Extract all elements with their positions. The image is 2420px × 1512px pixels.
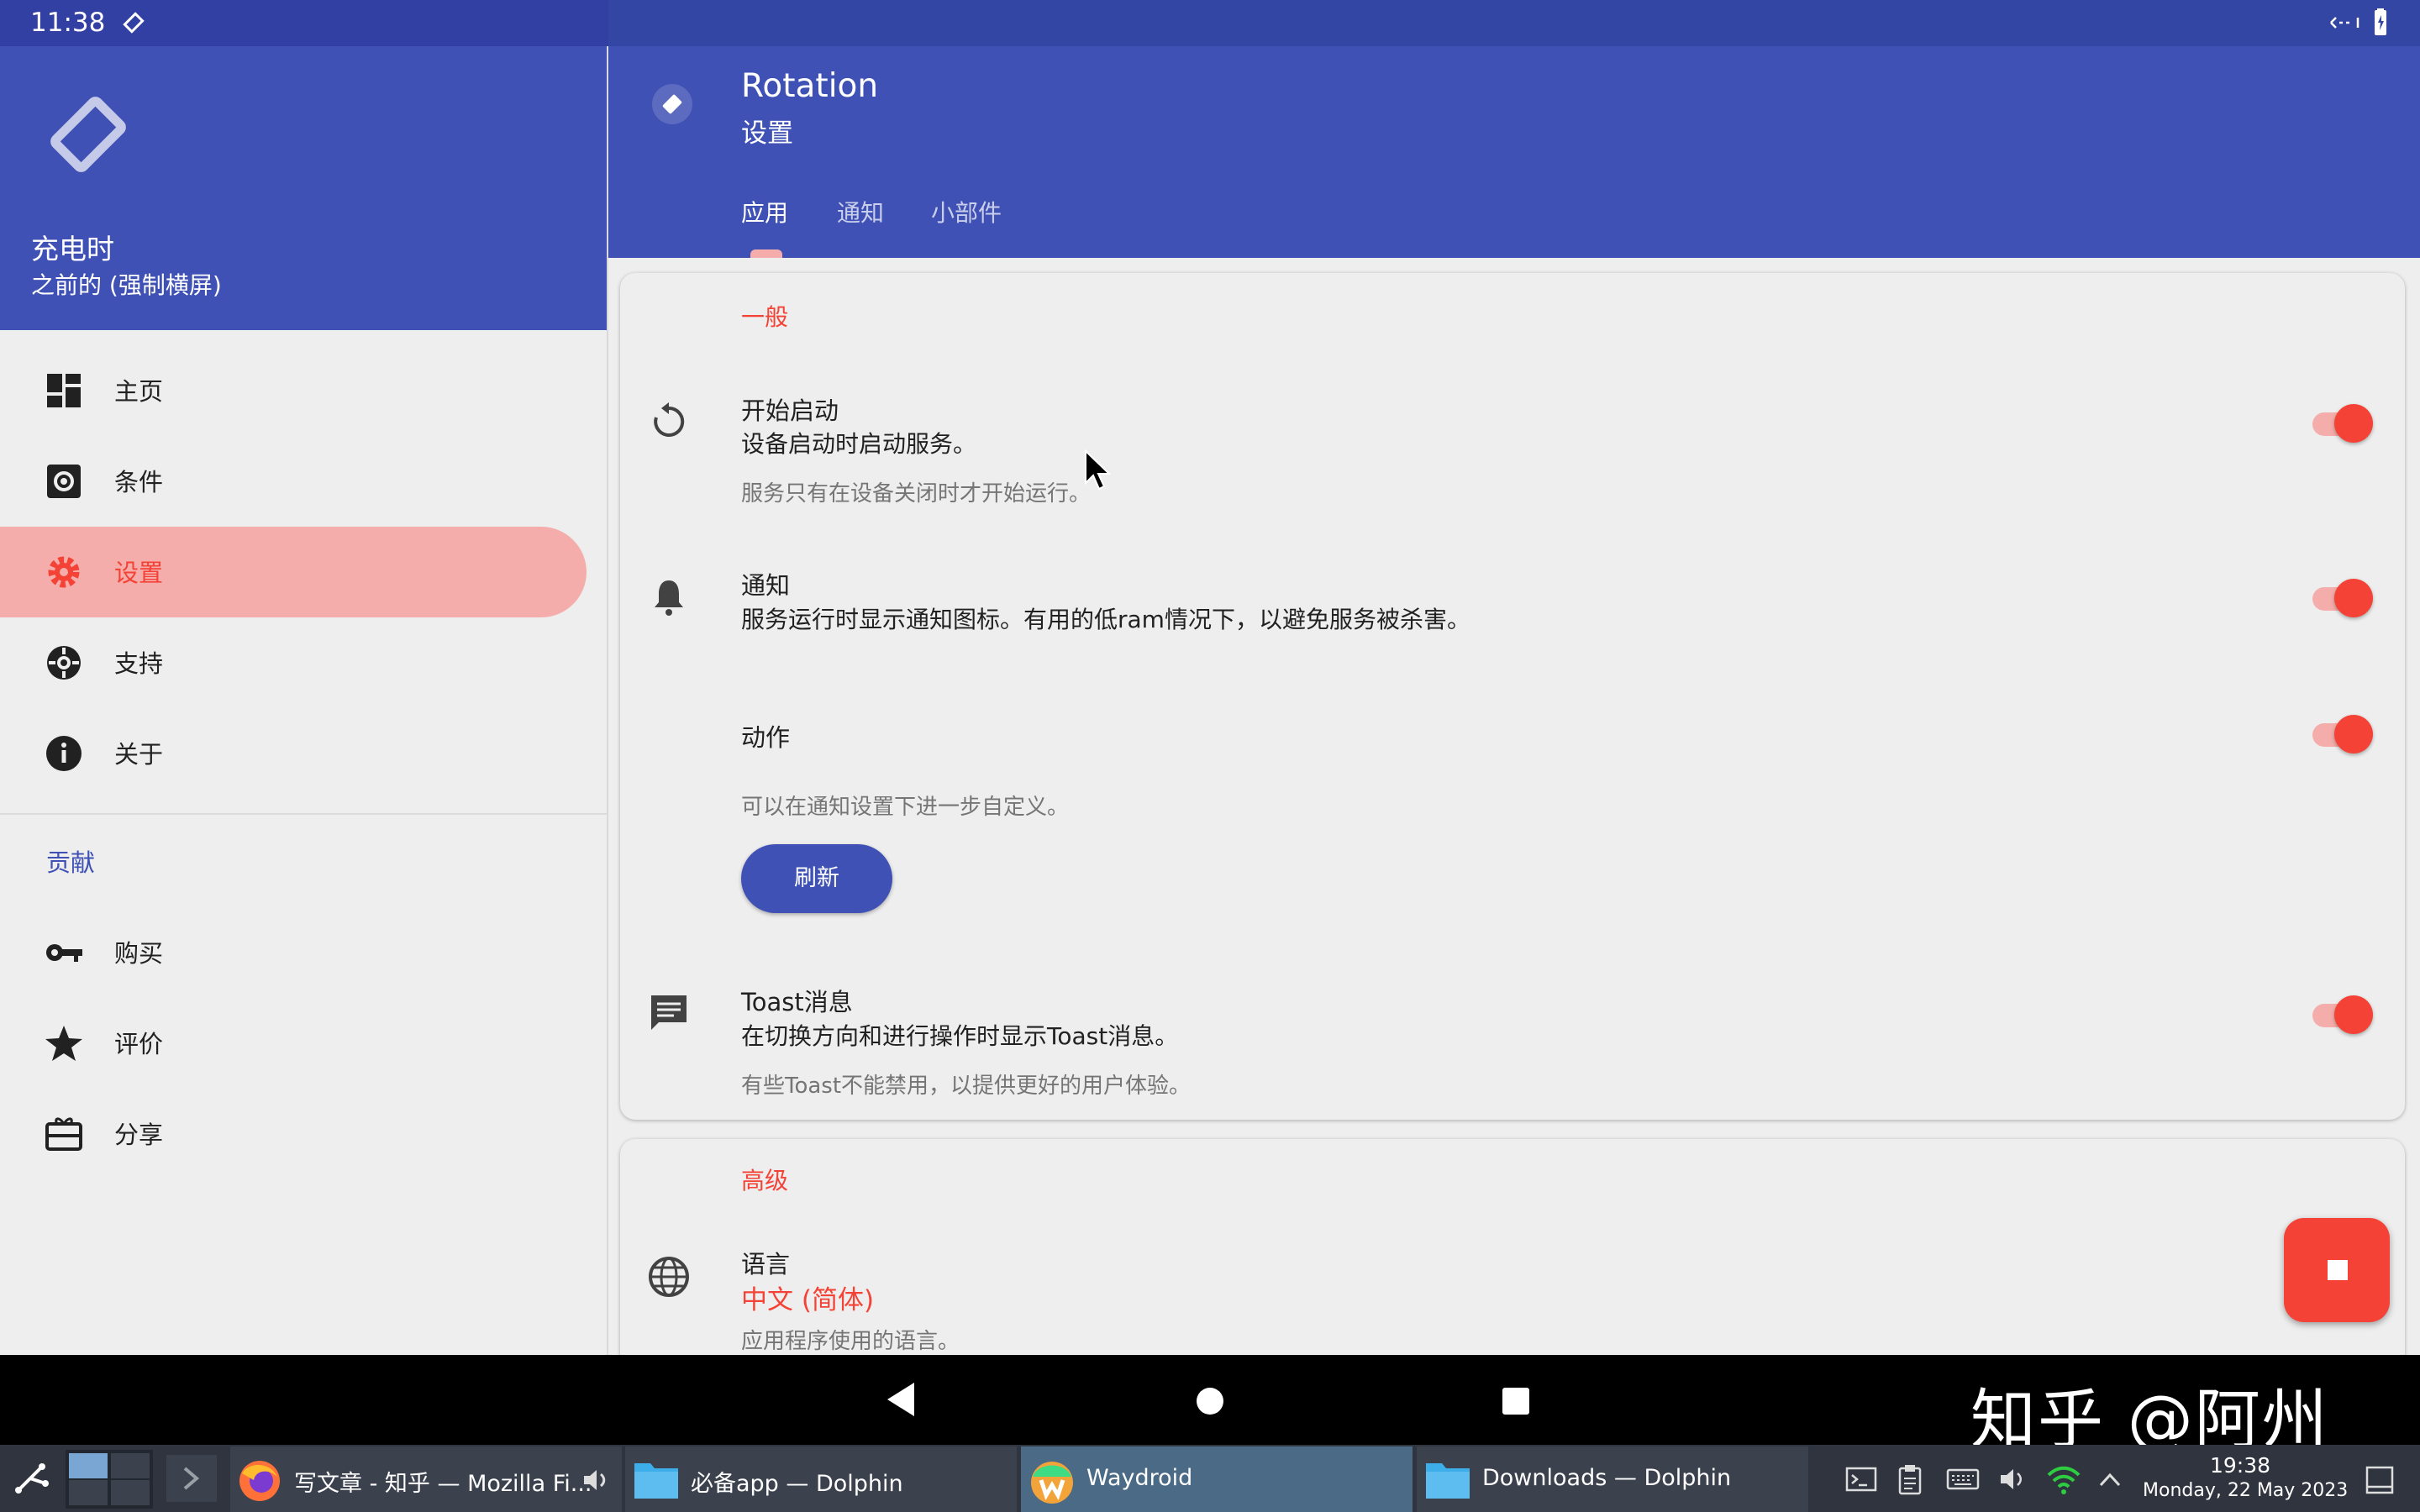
globe-icon — [649, 1257, 689, 1297]
rotation-logo-icon — [50, 97, 126, 172]
task-dolphin-downloads[interactable]: Downloads — Dolphin — [1417, 1446, 1808, 1512]
audio-playing-icon — [584, 1470, 606, 1490]
wifi-icon[interactable] — [2045, 1463, 2082, 1495]
nav-item-support[interactable]: 支持 — [0, 617, 587, 708]
nav-item-about[interactable]: 关于 — [0, 708, 587, 799]
mouse-cursor-icon — [1085, 449, 1112, 491]
pref-notification-summary: 服务运行时显示通知图标。有用的低ram情况下，以避免服务被杀害。 — [741, 606, 1470, 633]
pref-toast-summary: 在切换方向和进行操作时显示Toast消息。 — [741, 1022, 1179, 1050]
nav-item-home[interactable]: 主页 — [0, 345, 587, 436]
nav-item-label: 评价 — [114, 1030, 164, 1058]
refresh-button[interactable]: 刷新 — [741, 844, 892, 913]
pref-notification-title: 通知 — [741, 571, 791, 600]
home-icon[interactable] — [1195, 1386, 1225, 1416]
lifebuoy-icon — [47, 646, 81, 680]
pref-start-summary: 设备启动时启动服务。 — [741, 430, 977, 458]
nav-item-conditions[interactable]: 条件 — [0, 436, 587, 527]
nav-item-buy[interactable]: 购买 — [0, 907, 587, 998]
toast-toggle[interactable] — [2312, 992, 2376, 1037]
waydroid-icon — [1031, 1462, 1073, 1504]
bell-icon — [655, 580, 683, 616]
rotation-app-icon — [652, 84, 692, 124]
drawer-subtitle: 之前的 (强制横屏) — [31, 271, 222, 299]
nav-item-label: 关于 — [114, 740, 164, 769]
nav-item-rate[interactable]: 评价 — [0, 998, 587, 1089]
rotation-notification-icon — [123, 12, 145, 34]
drawer-section-label: 贡献 — [46, 848, 96, 877]
status-clock: 11:38 — [30, 8, 106, 38]
pref-start-hint: 服务只有在设备关闭时才开始运行。 — [741, 481, 1092, 507]
firefox-icon — [239, 1461, 280, 1501]
terminal-launcher[interactable] — [166, 1455, 217, 1502]
tray-terminal-icon[interactable] — [1845, 1465, 1877, 1494]
task-label: Waydroid — [1086, 1465, 1193, 1491]
keyboard-icon[interactable] — [1946, 1467, 1980, 1492]
pref-actions-title: 动作 — [741, 723, 791, 752]
back-icon[interactable] — [884, 1381, 918, 1418]
nav-item-label: 主页 — [114, 377, 164, 406]
task-waydroid[interactable]: Waydroid — [1021, 1446, 1413, 1512]
app-subtitle: 设置 — [741, 118, 793, 149]
show-desktop-icon[interactable] — [2365, 1465, 2395, 1495]
dashboard-icon — [47, 374, 81, 407]
section-title-advanced: 高级 — [741, 1167, 789, 1194]
tab-notification[interactable]: 通知 — [837, 195, 884, 228]
tab-widgets[interactable]: 小部件 — [931, 195, 1002, 228]
folder-icon — [1426, 1463, 1470, 1499]
pref-language-title: 语言 — [741, 1250, 791, 1278]
section-title-general: 一般 — [741, 303, 789, 331]
drawer-title: 充电时 — [31, 233, 114, 265]
tab-indicator — [750, 249, 782, 258]
pref-toast-hint: 有些Toast不能禁用，以提供更好的用户体验。 — [741, 1074, 1192, 1099]
task-label: 写文章 - 知乎 — Mozilla Fi... — [294, 1471, 592, 1497]
nav-item-label: 购买 — [114, 939, 164, 968]
pref-toast-title: Toast消息 — [741, 988, 853, 1016]
pref-start-title: 开始启动 — [741, 396, 839, 425]
nav-item-label: 设置 — [114, 559, 164, 587]
vpn-signal-icon — [2330, 17, 2360, 29]
status-bar-right — [608, 0, 2420, 46]
start-on-boot-toggle[interactable] — [2312, 401, 2376, 446]
message-icon — [651, 995, 687, 1030]
virtual-desktop-pager[interactable] — [66, 1450, 153, 1509]
stop-icon — [2328, 1260, 2348, 1280]
pref-language-value: 中文 (简体) — [741, 1285, 875, 1315]
tray-clock-date[interactable]: Monday, 22 May 2023 — [2143, 1480, 2348, 1501]
info-icon — [46, 736, 82, 771]
nav-item-share[interactable]: 分享 — [0, 1089, 587, 1179]
key-icon — [46, 944, 82, 962]
nav-item-settings[interactable]: 设置 — [0, 527, 587, 617]
general-settings-card — [620, 273, 2405, 1120]
nav-item-label: 条件 — [114, 468, 164, 496]
task-label: Downloads — Dolphin — [1482, 1465, 1732, 1491]
notification-toggle[interactable] — [2312, 575, 2376, 621]
app-launcher-icon[interactable] — [13, 1460, 54, 1497]
terminal-icon — [183, 1467, 200, 1490]
task-firefox[interactable]: 写文章 - 知乎 — Mozilla Fi... — [230, 1446, 622, 1512]
chevron-up-icon[interactable] — [2097, 1468, 2123, 1490]
battery-icon — [2375, 8, 2386, 35]
task-label: 必备app — Dolphin — [691, 1471, 903, 1497]
drawer-separator — [0, 813, 607, 815]
recents-icon[interactable] — [1501, 1386, 1531, 1416]
restart-icon — [654, 402, 685, 437]
pref-actions-hint: 可以在通知设置下进一步自定义。 — [741, 795, 1070, 820]
gift-card-icon — [45, 1117, 82, 1151]
pref-language-hint: 应用程序使用的语言。 — [741, 1329, 960, 1354]
volume-icon[interactable] — [1998, 1465, 2027, 1494]
actions-toggle[interactable] — [2312, 711, 2376, 757]
nav-item-label: 支持 — [114, 649, 164, 678]
clipboard-icon[interactable] — [1897, 1463, 1923, 1495]
folder-icon — [634, 1463, 678, 1499]
app-title: Rotation — [741, 67, 879, 105]
tab-app[interactable]: 应用 — [741, 195, 788, 228]
gear-icon — [48, 556, 80, 588]
nav-item-label: 分享 — [114, 1121, 164, 1149]
task-dolphin-app[interactable]: 必备app — Dolphin — [625, 1446, 1017, 1512]
conditions-icon — [47, 465, 81, 498]
tray-clock-time[interactable]: 19:38 — [2210, 1453, 2270, 1478]
star-icon — [45, 1026, 82, 1061]
